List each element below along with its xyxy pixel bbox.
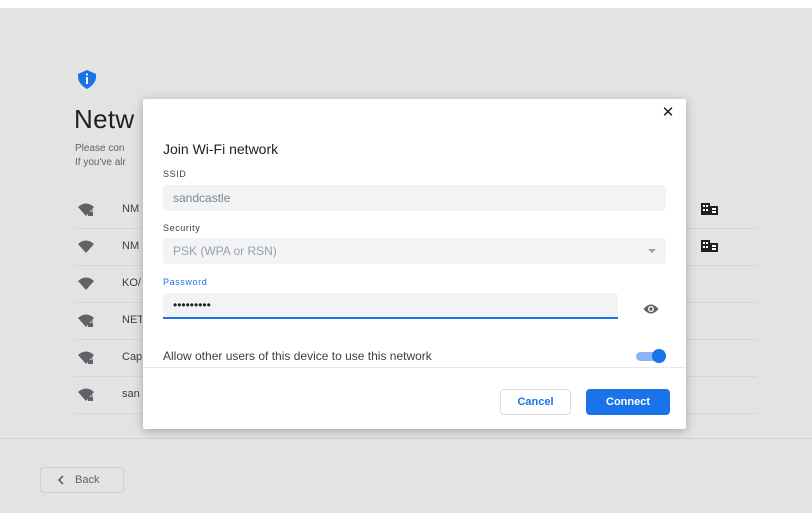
wifi-icon [78,388,94,401]
close-icon[interactable]: ✕ [660,105,676,121]
page-subtitle: Please con If you've alr [75,142,145,170]
lock-icon [88,212,93,216]
connect-button[interactable]: Connect [586,389,670,415]
subtitle-line: Please con [75,143,125,154]
security-label: Security [163,223,201,233]
share-network-row: Allow other users of this device to use … [163,344,666,368]
page-title: Netw [74,104,135,134]
network-name: NET [122,314,142,326]
shield-info-icon [78,70,96,89]
password-label: Password [163,277,208,287]
network-name: KO/ [122,277,141,289]
lock-icon [88,323,93,327]
network-name: san [122,388,140,400]
lock-icon [88,397,93,401]
ssid-field[interactable]: sandcastle [163,185,666,211]
network-name: NM [122,203,140,215]
enterprise-icon [701,203,718,215]
dropdown-arrow-icon [648,249,656,253]
wifi-icon [78,351,94,364]
join-wifi-dialog: ✕ Join Wi-Fi network SSID sandcastle Sec… [143,99,686,429]
footer-divider [0,438,812,439]
wifi-icon [78,203,94,216]
security-select[interactable]: PSK (WPA or RSN) [163,238,666,264]
subtitle-line: If you've alr [75,157,126,168]
enterprise-icon [701,240,718,252]
share-toggle[interactable] [634,349,666,363]
password-input[interactable] [173,298,618,312]
eye-icon[interactable] [643,303,659,315]
chevron-left-icon [57,475,64,485]
dialog-title: Join Wi-Fi network [163,141,279,157]
share-label: Allow other users of this device to use … [163,349,432,363]
security-value: PSK (WPA or RSN) [173,244,277,258]
wifi-icon [78,314,94,327]
network-name: Cap [122,351,142,363]
back-label: Back [75,474,100,486]
network-name: NM [122,240,140,252]
password-field[interactable] [163,293,618,319]
top-strip [0,0,812,8]
dialog-divider [143,367,686,368]
lock-icon [88,360,93,364]
cancel-button[interactable]: Cancel [500,389,571,415]
toggle-knob [652,349,666,363]
wifi-icon [78,240,94,253]
ssid-label: SSID [163,169,187,179]
wifi-icon [78,277,94,290]
back-button[interactable]: Back [40,467,124,493]
ssid-value: sandcastle [173,191,231,205]
